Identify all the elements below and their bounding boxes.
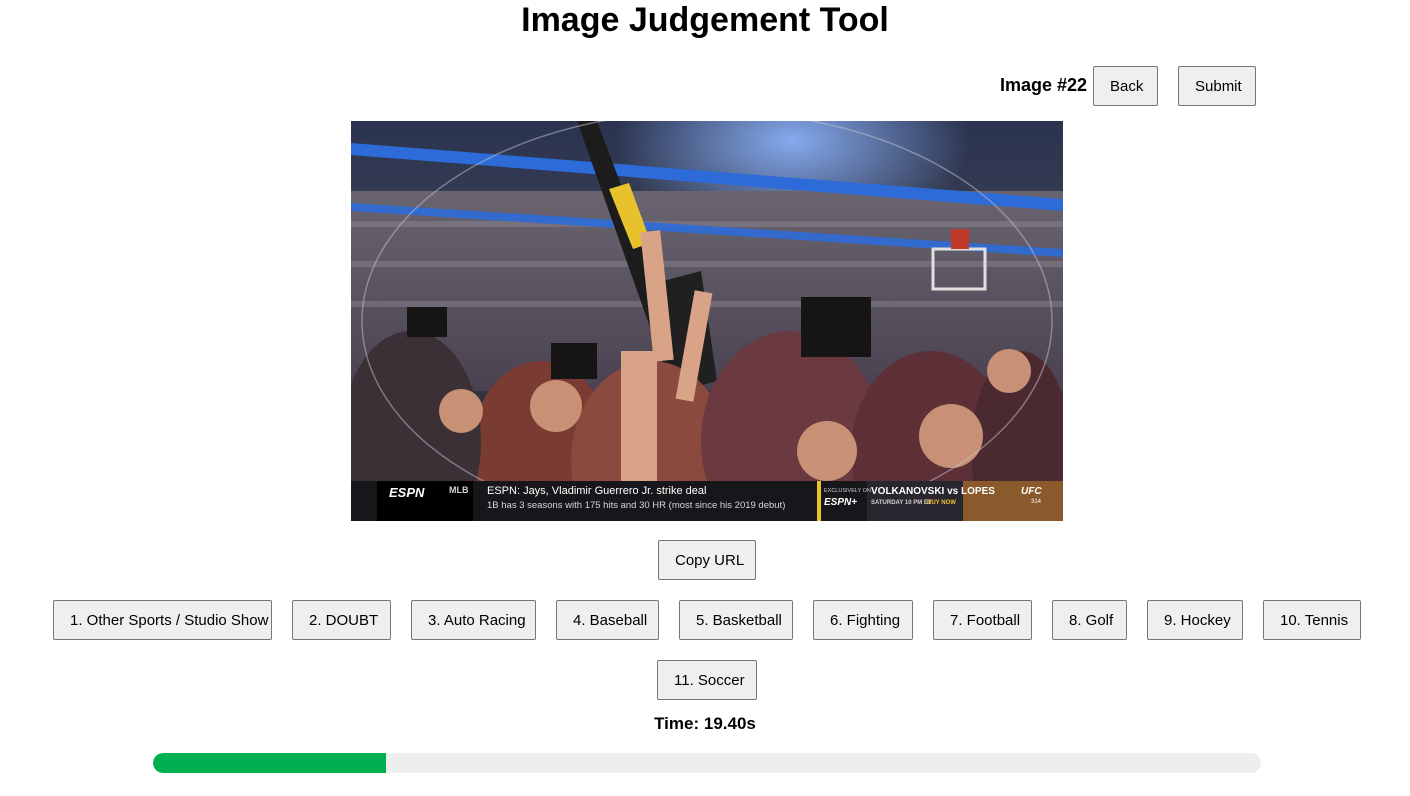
category-button-hockey[interactable]: 9. Hockey xyxy=(1147,600,1243,640)
ticker-ad-event: 314 xyxy=(1031,499,1042,505)
category-button-baseball[interactable]: 4. Baseball xyxy=(556,600,659,640)
page: Image Judgement Tool Image #22 Back Subm… xyxy=(0,0,1410,796)
copy-url-button[interactable]: Copy URL xyxy=(658,540,756,580)
progress-bar xyxy=(153,753,1261,773)
category-button-football[interactable]: 7. Football xyxy=(933,600,1032,640)
ticker-ad-brand: UFC xyxy=(1021,486,1042,497)
ticker-ad-cta: BUY NOW xyxy=(927,500,956,506)
judged-image: ESPN MLB ESPN: Jays, Vladimir Guerrero J… xyxy=(351,121,1063,521)
image-number-label: Image #22 xyxy=(1000,75,1088,95)
ticker-ad-network: ESPN+ xyxy=(824,497,857,508)
category-button-basketball[interactable]: 5. Basketball xyxy=(679,600,793,640)
category-button-fighting[interactable]: 6. Fighting xyxy=(813,600,913,640)
page-title: Image Judgement Tool xyxy=(521,1,889,39)
submit-button[interactable]: Submit xyxy=(1178,66,1256,106)
progress-bar-fill xyxy=(153,753,386,773)
ticker-network: ESPN xyxy=(389,485,425,500)
category-button-golf[interactable]: 8. Golf xyxy=(1052,600,1127,640)
arena-celebration-photo: ESPN MLB ESPN: Jays, Vladimir Guerrero J… xyxy=(351,121,1063,521)
back-button[interactable]: Back xyxy=(1093,66,1158,106)
timer-text: Time: 19.40s xyxy=(654,714,756,733)
ticker-ad-title: VOLKANOVSKI vs LOPES xyxy=(871,486,995,497)
category-button-doubt[interactable]: 2. DOUBT xyxy=(292,600,391,640)
ticker-subline: 1B has 3 seasons with 175 hits and 30 HR… xyxy=(487,500,785,511)
ticker-headline: ESPN: Jays, Vladimir Guerrero Jr. strike… xyxy=(487,485,706,497)
ticker-ad-time: SATURDAY 10 PM ET xyxy=(871,500,932,506)
category-button-soccer[interactable]: 11. Soccer xyxy=(657,660,757,700)
ticker-ad-tag: EXCLUSIVELY ON xyxy=(824,488,871,494)
category-button-tennis[interactable]: 10. Tennis xyxy=(1263,600,1361,640)
category-button-auto-racing[interactable]: 3. Auto Racing xyxy=(411,600,536,640)
category-button-other-sports[interactable]: 1. Other Sports / Studio Show xyxy=(53,600,272,640)
ticker-league: MLB xyxy=(449,485,469,495)
